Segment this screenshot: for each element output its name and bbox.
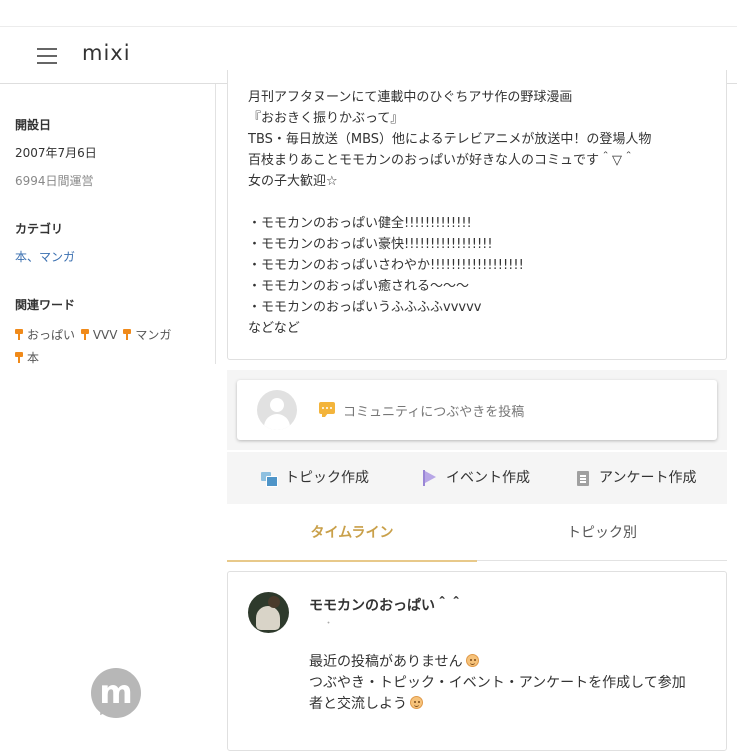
smile-emoji-icon: [465, 654, 479, 667]
tab-by-topic[interactable]: トピック別: [477, 505, 727, 561]
create-survey-button[interactable]: アンケート作成: [575, 469, 715, 487]
description-line: 『おおきく振りかぶって』: [248, 111, 404, 126]
flag-icon: [422, 470, 438, 486]
topic-icon: [261, 470, 278, 487]
timestamp-dot: ・: [324, 619, 334, 629]
user-avatar: [257, 390, 297, 430]
empty-line-3: 者と交流しよう: [309, 696, 407, 712]
pin-icon: [15, 352, 23, 363]
category-heading: カテゴリ: [15, 222, 64, 236]
timeline-card: モモカンのおっぱい＾＾ ・ 最近の投稿がありません つぶやき・トピック・イベント…: [227, 571, 727, 751]
description-line: ・モモカンのおっぱいさわやか!!!!!!!!!!!!!!!!!!: [248, 258, 524, 273]
pin-icon: [80, 329, 89, 340]
post-placeholder: コミュニティにつぶやきを投稿: [343, 405, 525, 420]
mixi-logo[interactable]: mixi: [82, 41, 131, 65]
keyword-tag[interactable]: おっぱい: [15, 324, 75, 347]
description-line: TBS・毎日放送（MBS）他によるテレビアニメが放送中！の登場人物: [248, 132, 652, 147]
keyword-tag[interactable]: マンガ: [123, 324, 171, 347]
founded-heading: 開設日: [15, 118, 52, 132]
community-name[interactable]: モモカンのおっぱい＾＾: [309, 595, 463, 615]
empty-line-1: 最近の投稿がありません: [309, 654, 463, 670]
keywords-heading: 関連ワード: [15, 298, 76, 312]
keyword-list: おっぱい VVV マンガ 本: [15, 324, 205, 370]
action-row: トピック作成 イベント作成 アンケート作成: [227, 452, 727, 504]
description-line: 月刊アフタヌーンにて連載中のひぐちアサ作の野球漫画: [248, 90, 573, 105]
top-strip: [0, 0, 737, 27]
clipboard-icon: [575, 470, 591, 486]
mixi-badge-icon[interactable]: m: [91, 668, 141, 719]
pin-icon: [123, 329, 132, 340]
chat-bubble-icon: [319, 402, 335, 417]
smile-emoji-icon: [410, 696, 423, 709]
running-days: 6994日間運営: [15, 174, 94, 188]
community-description: 月刊アフタヌーンにて連載中のひぐちアサ作の野球漫画 『おおきく振りかぶって』 T…: [227, 70, 727, 360]
keyword-tag[interactable]: 本: [15, 347, 39, 370]
create-event-button[interactable]: イベント作成: [422, 469, 542, 487]
community-avatar[interactable]: [248, 592, 289, 633]
post-input[interactable]: コミュニティにつぶやきを投稿: [237, 380, 717, 440]
description-line: ・モモカンのおっぱいうふふふふvvvvv: [248, 300, 482, 315]
empty-message: 最近の投稿がありません つぶやき・トピック・イベント・アンケートを作成して参加 …: [309, 652, 709, 715]
description-line: [248, 192, 718, 213]
tab-timeline[interactable]: タイムライン: [227, 505, 477, 562]
description-line: ・モモカンのおっぱい豪快!!!!!!!!!!!!!!!!!: [248, 237, 493, 252]
description-line: ・モモカンのおっぱい癒される〜〜〜: [248, 279, 470, 294]
community-sidebar: 開設日 2007年7月6日 6994日間運営 カテゴリ 本、マンガ 関連ワード …: [0, 84, 216, 365]
description-line: 百枝まりあことモモカンのおっぱいが好きな人のコミュです＾▽＾: [248, 153, 635, 168]
founded-date: 2007年7月6日: [15, 146, 97, 160]
description-line: 女の子大歓迎☆: [248, 174, 338, 189]
description-line: などなど: [248, 321, 300, 336]
menu-icon[interactable]: [37, 48, 57, 64]
category-link[interactable]: 本、マンガ: [15, 248, 75, 265]
description-line: ・モモカンのおっぱい健全!!!!!!!!!!!!!: [248, 216, 472, 231]
view-tabs: タイムライン トピック別: [227, 505, 727, 562]
post-area: コミュニティにつぶやきを投稿: [227, 370, 727, 450]
keyword-tag[interactable]: VVV: [80, 324, 117, 347]
create-topic-button[interactable]: トピック作成: [261, 469, 381, 487]
pin-icon: [15, 329, 23, 340]
empty-line-2: つぶやき・トピック・イベント・アンケートを作成して参加: [309, 675, 686, 691]
